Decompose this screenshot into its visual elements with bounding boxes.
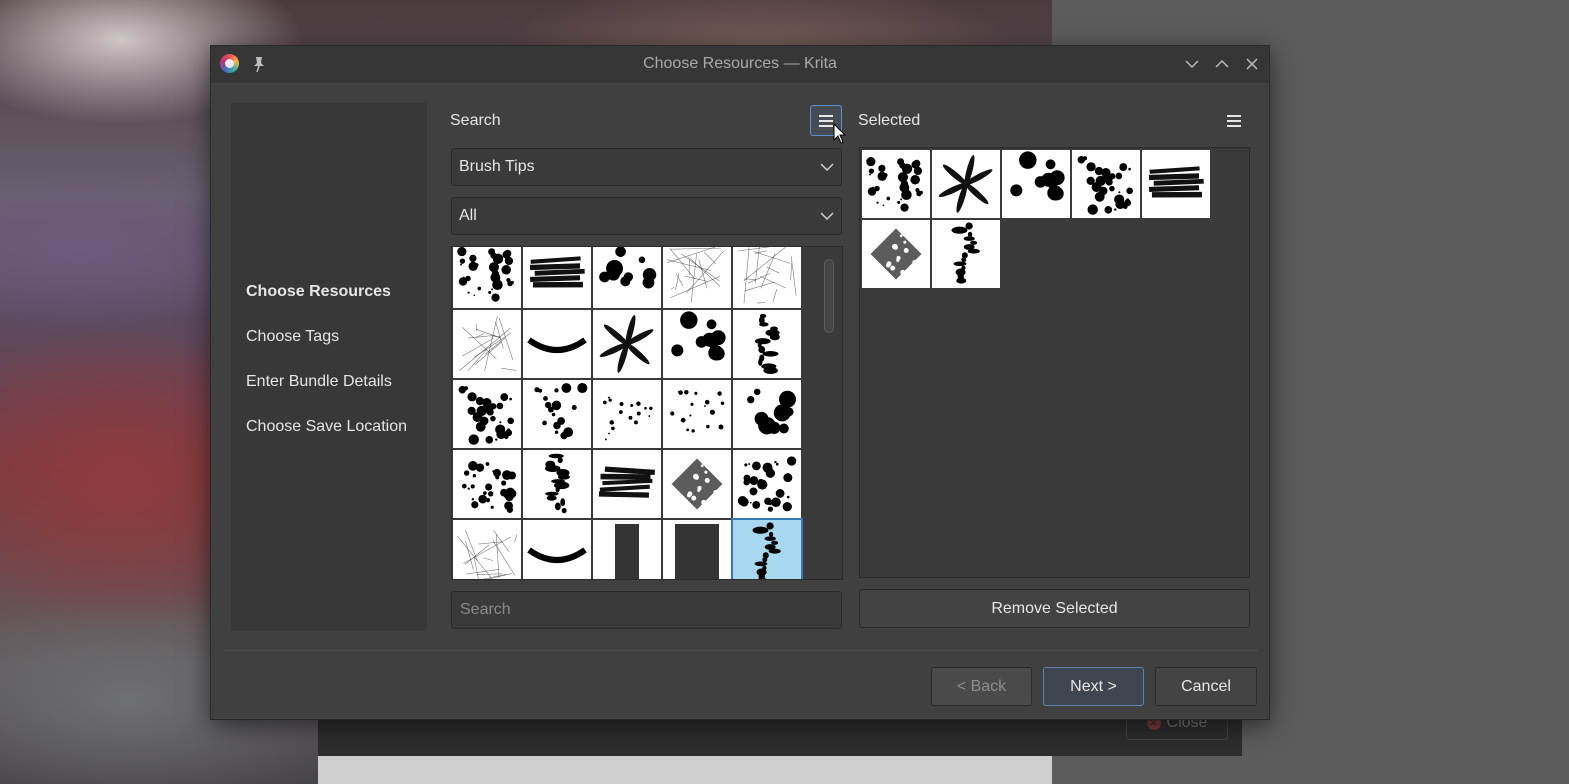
rough-stroke-brush-icon bbox=[529, 256, 585, 288]
search-panel-title: Search bbox=[450, 112, 501, 129]
dotted-line-brush-icon bbox=[754, 313, 780, 375]
big-dots-brush-icon bbox=[1010, 151, 1065, 201]
next-button[interactable]: Next > bbox=[1043, 667, 1144, 706]
brush-tip-tile[interactable] bbox=[523, 310, 591, 378]
brush-tip-tile[interactable] bbox=[1002, 150, 1070, 218]
sparse-splatter-brush-icon bbox=[534, 382, 588, 440]
brush-tip-tile[interactable] bbox=[453, 247, 521, 308]
step-choose-tags[interactable]: Choose Tags bbox=[246, 328, 339, 346]
spine-brush-icon bbox=[752, 522, 781, 579]
brush-tip-tile[interactable] bbox=[733, 310, 801, 378]
brush-tip-tile[interactable] bbox=[523, 520, 591, 579]
brush-tip-tile[interactable] bbox=[731, 518, 803, 579]
window-title: Choose Resources — Krita bbox=[643, 55, 837, 72]
brush-tip-tile[interactable] bbox=[1072, 150, 1140, 218]
brush-tip-tile[interactable] bbox=[523, 450, 591, 518]
blotch-brush-icon bbox=[461, 460, 517, 513]
noise-blob-brush-icon bbox=[457, 247, 514, 302]
rough-stroke-2-brush-icon bbox=[598, 466, 655, 498]
brush-tip-tile[interactable] bbox=[593, 247, 661, 308]
choose-resources-dialog: Choose Resources — Krita Choose Resource… bbox=[210, 45, 1270, 720]
title-bar: Choose Resources — Krita bbox=[211, 46, 1269, 83]
selected-options-button[interactable] bbox=[1218, 105, 1250, 136]
brush-tip-tile[interactable] bbox=[593, 520, 661, 579]
resource-type-select[interactable]: Brush Tips bbox=[451, 148, 842, 186]
brush-tip-tile[interactable] bbox=[733, 247, 801, 308]
crackle-brush-icon bbox=[459, 315, 517, 372]
diamond-texture-brush-icon bbox=[870, 228, 922, 280]
brush-tip-tile[interactable] bbox=[453, 520, 521, 579]
faint-streak-brush-icon bbox=[737, 247, 797, 304]
maximize-button[interactable] bbox=[1212, 54, 1232, 74]
brush-tip-tile[interactable] bbox=[593, 450, 661, 518]
brush-tip-tile[interactable] bbox=[593, 380, 661, 448]
splatter-brush-icon bbox=[458, 386, 514, 445]
chevron-down-icon bbox=[820, 163, 834, 172]
big-dots-brush-icon bbox=[671, 311, 726, 361]
tag-filter-select[interactable]: All bbox=[451, 197, 842, 235]
brush-tip-tile[interactable] bbox=[663, 520, 731, 579]
close-button[interactable] bbox=[1242, 54, 1262, 74]
resource-type-value: Brush Tips bbox=[459, 158, 535, 175]
rough-stroke-brush-icon bbox=[1148, 166, 1204, 198]
fine-splatter-brush-icon bbox=[603, 396, 653, 441]
brush-tip-tile[interactable] bbox=[1142, 150, 1210, 218]
brush-tip-tile[interactable] bbox=[932, 150, 1000, 218]
vertical-texture-brush-icon bbox=[544, 453, 570, 514]
brush-tip-tile[interactable] bbox=[593, 310, 661, 378]
divider bbox=[225, 650, 1258, 651]
vertical-bar-brush-icon bbox=[615, 524, 639, 579]
brush-tip-tile[interactable] bbox=[453, 380, 521, 448]
brush-tip-tile[interactable] bbox=[862, 220, 930, 288]
menu-icon bbox=[819, 114, 833, 127]
brush-tip-tile[interactable] bbox=[453, 310, 521, 378]
step-choose-save-location[interactable]: Choose Save Location bbox=[246, 418, 407, 436]
brush-tip-tile[interactable] bbox=[663, 450, 731, 518]
dark-square-brush-icon bbox=[675, 524, 719, 579]
chevron-down-icon bbox=[820, 212, 834, 221]
grid-scrollbar-handle[interactable] bbox=[824, 259, 834, 333]
brush-tip-tile[interactable] bbox=[663, 310, 731, 378]
brush-tip-tile[interactable] bbox=[862, 150, 930, 218]
resource-grid bbox=[451, 246, 843, 580]
background-canvas-strip bbox=[318, 756, 1052, 784]
wizard-steps-sidebar: Choose Resources Choose Tags Enter Bundl… bbox=[231, 103, 427, 631]
hatch-texture-brush-icon bbox=[457, 529, 518, 579]
leaf-brush-icon bbox=[599, 314, 654, 373]
brush-tip-tile[interactable] bbox=[733, 450, 801, 518]
noise-blob-brush-icon bbox=[866, 156, 923, 212]
mouse-cursor-icon bbox=[833, 123, 847, 144]
tag-filter-value: All bbox=[459, 207, 477, 224]
search-input[interactable]: Search bbox=[451, 591, 842, 629]
bubble-dots-brush-icon bbox=[747, 388, 796, 435]
minimize-button[interactable] bbox=[1182, 54, 1202, 74]
brush-tip-tile[interactable] bbox=[663, 380, 731, 448]
soft-smear-brush-icon bbox=[666, 247, 725, 303]
spine-brush-icon bbox=[951, 222, 980, 284]
step-choose-resources[interactable]: Choose Resources bbox=[246, 283, 391, 301]
brush-tip-tile[interactable] bbox=[733, 380, 801, 448]
selected-resources-grid bbox=[859, 147, 1250, 578]
cancel-button[interactable]: Cancel bbox=[1155, 667, 1257, 706]
brush-tip-tile[interactable] bbox=[663, 247, 731, 308]
charcoal-blob-brush-icon bbox=[527, 337, 587, 353]
brush-tip-tile[interactable] bbox=[523, 380, 591, 448]
dots-cluster-brush-icon bbox=[599, 247, 657, 289]
selected-panel-title: Selected bbox=[858, 112, 921, 129]
brush-tip-tile[interactable] bbox=[453, 450, 521, 518]
splatter-brush-icon bbox=[1077, 156, 1133, 215]
step-enter-bundle-details[interactable]: Enter Bundle Details bbox=[246, 373, 392, 391]
camo-blob-brush-icon bbox=[737, 456, 797, 512]
brush-tip-tile[interactable] bbox=[932, 220, 1000, 288]
remove-selected-button[interactable]: Remove Selected bbox=[859, 589, 1250, 628]
scattered-dots-brush-icon bbox=[670, 390, 725, 433]
back-button[interactable]: < Back bbox=[931, 667, 1032, 706]
arc-stroke-brush-icon bbox=[527, 547, 587, 563]
leaf-brush-icon bbox=[938, 154, 993, 213]
menu-icon bbox=[1227, 114, 1241, 127]
brush-tip-tile[interactable] bbox=[523, 247, 591, 308]
diamond-texture-brush-icon bbox=[671, 458, 723, 510]
